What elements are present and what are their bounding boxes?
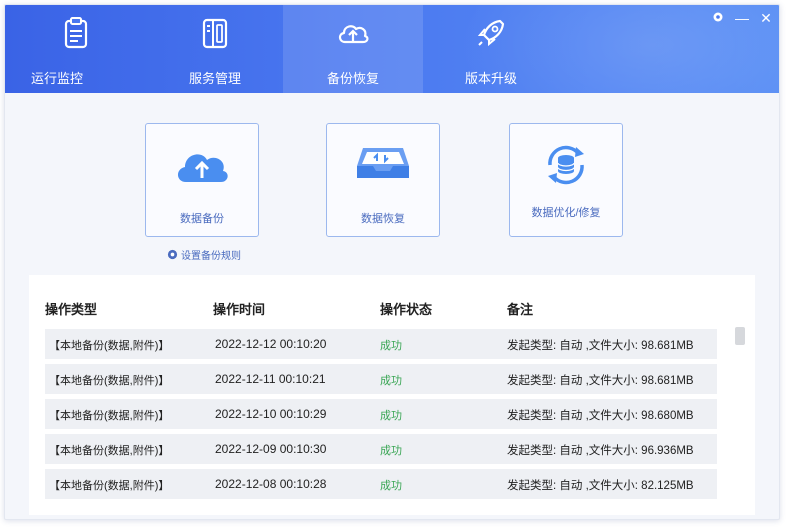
tab-service-management[interactable]: 服务管理 — [145, 5, 285, 93]
cell-time: 2022-12-08 00:10:28 — [215, 477, 327, 491]
data-backup-button[interactable]: 数据备份 — [145, 123, 259, 237]
data-restore-button[interactable]: 数据恢复 — [326, 123, 440, 237]
table-row[interactable]: 【本地备份(数据,附件)】 2022-12-09 00:10:30 成功 发起类… — [45, 434, 717, 464]
cell-type: 【本地备份(数据,附件)】 — [49, 410, 170, 422]
tab-label: 版本升级 — [464, 71, 517, 86]
card-label: 数据优化/修复 — [531, 207, 601, 219]
cell-time: 2022-12-09 00:10:30 — [215, 442, 327, 456]
close-icon[interactable]: ✕ — [759, 11, 773, 25]
cell-note: 发起类型: 自动 ,文件大小: 82.125MB — [507, 480, 694, 492]
column-header: 备注 — [507, 302, 534, 317]
cell-type: 【本地备份(数据,附件)】 — [49, 375, 170, 387]
column-header: 操作状态 — [380, 302, 433, 317]
tab-label: 服务管理 — [188, 71, 241, 86]
backup-log-table: 操作类型 操作时间 操作状态 备注 【本地备份(数据,附件)】 2022-12-… — [29, 275, 755, 515]
table-row[interactable]: 【本地备份(数据,附件)】 2022-12-10 00:10:29 成功 发起类… — [45, 399, 717, 429]
table-row[interactable]: 【本地备份(数据,附件)】 2022-12-11 00:10:21 成功 发起类… — [45, 364, 717, 394]
column-header: 操作时间 — [213, 302, 266, 317]
card-label: 数据备份 — [180, 213, 224, 225]
cell-note: 发起类型: 自动 ,文件大小: 96.936MB — [507, 445, 694, 457]
column-header: 操作类型 — [45, 302, 98, 317]
clipboard-icon — [64, 17, 88, 49]
data-optimize-button[interactable]: 数据优化/修复 — [509, 123, 623, 237]
tab-label: 运行监控 — [31, 71, 84, 86]
tab-version-upgrade[interactable]: 版本升级 — [421, 5, 561, 93]
cell-status: 成功 — [380, 375, 402, 387]
cell-type: 【本地备份(数据,附件)】 — [49, 445, 170, 457]
cell-status: 成功 — [380, 410, 402, 422]
cell-status: 成功 — [380, 480, 402, 492]
table-scrollbar[interactable] — [735, 327, 745, 345]
header-bar: 运行监控 服务管理 备份恢复 版本升级 — ✕ — [5, 5, 779, 93]
cell-note: 发起类型: 自动 ,文件大小: 98.681MB — [507, 340, 694, 352]
cell-status: 成功 — [380, 340, 402, 352]
table-row[interactable]: 【本地备份(数据,附件)】 2022-12-08 00:10:28 成功 发起类… — [45, 469, 717, 499]
tab-label: 备份恢复 — [326, 71, 379, 86]
cloud-upload-icon — [338, 25, 369, 44]
cell-time: 2022-12-12 00:10:20 — [215, 337, 327, 351]
cell-type: 【本地备份(数据,附件)】 — [49, 340, 170, 352]
tab-run-monitor[interactable]: 运行监控 — [5, 5, 143, 93]
settings-icon[interactable] — [711, 11, 725, 25]
rule-link-label: 设置备份规则 — [181, 251, 241, 262]
tab-backup-restore[interactable]: 备份恢复 — [283, 5, 423, 93]
cell-status: 成功 — [380, 445, 402, 457]
cell-type: 【本地备份(数据,附件)】 — [49, 480, 170, 492]
set-backup-rule-link[interactable]: 设置备份规则 — [167, 247, 241, 262]
cloud-upload-icon — [177, 154, 228, 182]
cell-note: 发起类型: 自动 ,文件大小: 98.681MB — [507, 375, 694, 387]
cell-note: 发起类型: 自动 ,文件大小: 98.680MB — [507, 410, 694, 422]
cell-time: 2022-12-10 00:10:29 — [215, 407, 327, 421]
server-icon — [202, 18, 228, 49]
inbox-restore-icon — [357, 148, 409, 178]
rocket-icon — [477, 19, 505, 47]
minimize-icon[interactable]: — — [735, 11, 749, 25]
card-label: 数据恢复 — [361, 213, 405, 225]
database-refresh-icon — [548, 145, 584, 185]
gear-icon — [167, 249, 178, 260]
window-controls: — ✕ — [711, 11, 773, 25]
table-row[interactable]: 【本地备份(数据,附件)】 2022-12-12 00:10:20 成功 发起类… — [45, 329, 717, 359]
cell-time: 2022-12-11 00:10:21 — [215, 372, 326, 386]
app-window: 运行监控 服务管理 备份恢复 版本升级 — ✕ 数据备份 数据恢复 数据优化/修… — [4, 4, 780, 520]
